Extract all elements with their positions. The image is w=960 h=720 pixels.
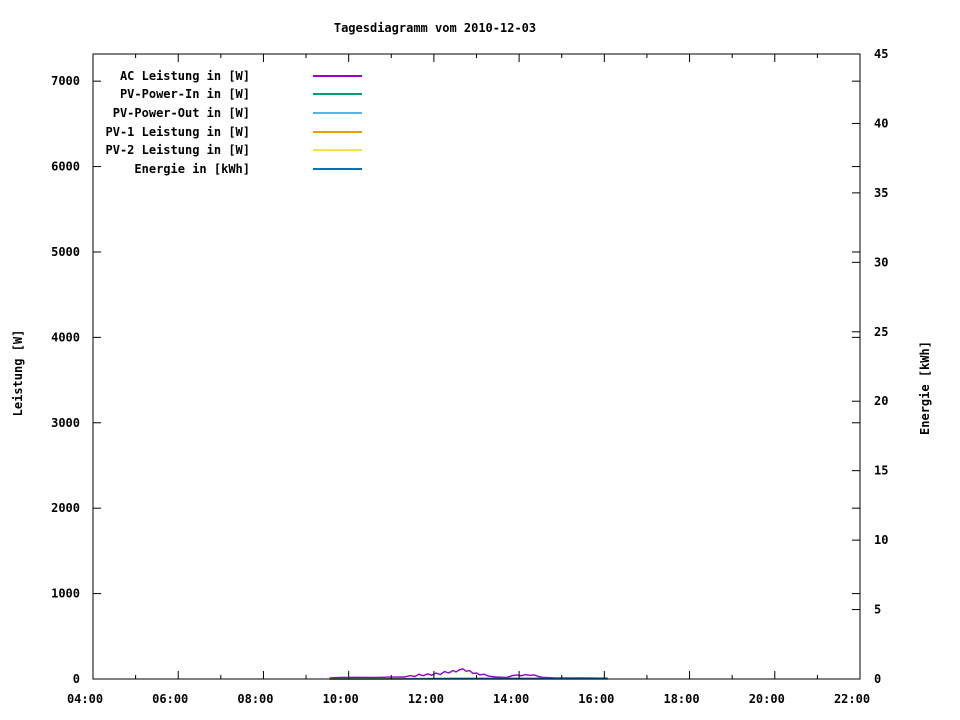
y2-tick-label: 15 bbox=[874, 464, 888, 478]
x-tick-label: 14:00 bbox=[493, 692, 529, 706]
x-tick-label: 18:00 bbox=[663, 692, 699, 706]
y-tick-label: 7000 bbox=[51, 74, 80, 88]
y2-tick-label: 20 bbox=[874, 394, 888, 408]
x-tick-label: 12:00 bbox=[408, 692, 444, 706]
plot-border bbox=[93, 54, 860, 679]
y2-tick-label: 0 bbox=[874, 672, 881, 686]
x-tick-label: 04:00 bbox=[67, 692, 103, 706]
x-tick-label: 20:00 bbox=[749, 692, 785, 706]
x-tick-label: 22:00 bbox=[834, 692, 870, 706]
y-tick-label: 5000 bbox=[51, 245, 80, 259]
y2-tick-label: 35 bbox=[874, 186, 888, 200]
y-tick-label: 1000 bbox=[51, 587, 80, 601]
x-tick-label: 06:00 bbox=[152, 692, 188, 706]
y-tick-label: 4000 bbox=[51, 330, 80, 344]
y-tick-label: 2000 bbox=[51, 501, 80, 515]
chart-window: Tagesdiagramm vom 2010-12-03 Leistung [W… bbox=[0, 0, 960, 720]
y2-tick-label: 10 bbox=[874, 533, 888, 547]
y2-tick-label: 40 bbox=[874, 116, 888, 130]
x-tick-label: 08:00 bbox=[237, 692, 273, 706]
y2-tick-label: 30 bbox=[874, 255, 888, 269]
series-line-1 bbox=[330, 669, 607, 678]
plot-area: 04:00 06:00 08:00 10:00 12:00 14:00 16:00 18:00… bbox=[0, 0, 960, 720]
x-tick-label: 16:00 bbox=[578, 692, 614, 706]
y2-tick-label: 45 bbox=[874, 47, 888, 61]
y-tick-label: 0 bbox=[73, 672, 80, 686]
x-tick-label: 10:00 bbox=[323, 692, 359, 706]
y2-tick-label: 5 bbox=[874, 603, 881, 617]
y-tick-label: 3000 bbox=[51, 416, 80, 430]
y2-tick-label: 25 bbox=[874, 325, 888, 339]
y-tick-label: 6000 bbox=[51, 160, 80, 174]
